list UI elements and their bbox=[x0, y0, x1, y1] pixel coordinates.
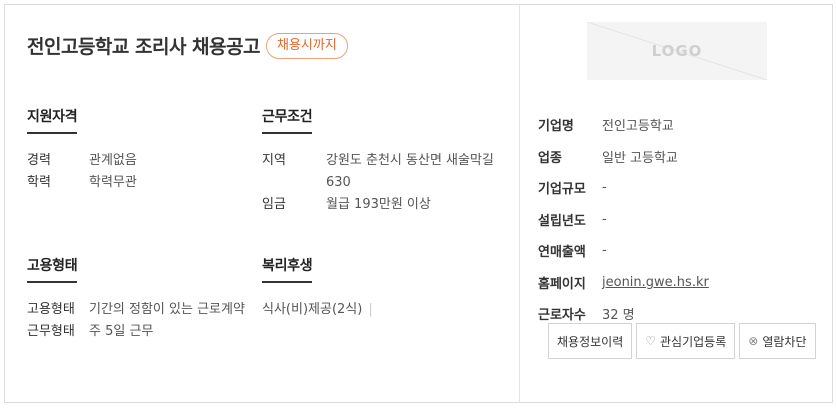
company-row-revenue: 연매출액 - bbox=[538, 235, 709, 267]
logo-placeholder-text: LOGO bbox=[651, 42, 703, 60]
row-key: 연매출액 bbox=[538, 245, 586, 261]
row-value: 주 5일 근무 bbox=[89, 324, 154, 339]
company-info-panel: LOGO 기업명 전인고등학교 업종 일반 고등학교 기업규모 - 설립년도 -… bbox=[519, 5, 832, 402]
row-key: 기업명 bbox=[538, 119, 574, 135]
conditions-title: 근무조건 bbox=[262, 106, 313, 134]
title-row: 전인고등학교 조리사 채용공고 채용시까지 bbox=[27, 32, 348, 59]
row-key: 지역 bbox=[262, 153, 286, 168]
company-row-name: 기업명 전인고등학교 bbox=[538, 109, 709, 141]
heart-icon: ♡ bbox=[645, 334, 657, 348]
row-key: 경력 bbox=[27, 153, 51, 168]
row-value: - bbox=[602, 180, 607, 196]
welfare-title: 복리후생 bbox=[262, 255, 313, 283]
row-value: 학력무관 bbox=[89, 175, 137, 190]
deadline-badge: 채용시까지 bbox=[265, 32, 348, 59]
welfare-section: 복리후생 식사(비)제공(2식) | bbox=[262, 255, 512, 321]
company-row-industry: 업종 일반 고등학교 bbox=[538, 141, 709, 173]
add-interest-company-button[interactable]: ♡ 관심기업등록 bbox=[636, 323, 736, 359]
employment-title: 고용형태 bbox=[27, 255, 78, 283]
button-label: 관심기업등록 bbox=[660, 334, 727, 349]
row-value: 32 명 bbox=[602, 308, 635, 324]
row-key: 홈페이지 bbox=[538, 276, 586, 292]
address-line-1: 강원도 춘천시 동산면 새술막길 bbox=[326, 153, 494, 168]
employment-row-worktype: 근무형태 주 5일 근무 bbox=[27, 321, 257, 343]
row-value: 관계없음 bbox=[89, 153, 137, 168]
homepage-link[interactable]: jeonin.gwe.hs.kr bbox=[602, 275, 709, 290]
company-row-homepage: 홈페이지 jeonin.gwe.hs.kr bbox=[538, 267, 709, 299]
row-value: 기간의 정함이 있는 근로계약 bbox=[89, 302, 245, 317]
row-key: 기업규모 bbox=[538, 182, 586, 198]
welfare-row: 식사(비)제공(2식) | bbox=[262, 299, 512, 321]
job-title: 전인고등학교 조리사 채용공고 bbox=[27, 36, 260, 58]
qualification-row-career: 경력 관계없음 bbox=[27, 150, 247, 172]
qualification-row-education: 학력 학력무관 bbox=[27, 172, 247, 194]
row-key: 근무형태 bbox=[27, 324, 75, 339]
employment-section: 고용형태 고용형태 기간의 정함이 있는 근로계약 근무형태 주 5일 근무 bbox=[27, 255, 257, 343]
row-value: 전인고등학교 bbox=[602, 119, 674, 135]
job-history-button[interactable]: 채용정보이력 bbox=[548, 323, 633, 359]
button-label: 채용정보이력 bbox=[557, 334, 624, 349]
company-row-size: 기업규모 - bbox=[538, 172, 709, 204]
row-value: 월급 193만원 이상 bbox=[326, 197, 431, 212]
row-value: 강원도 춘천시 동산면 새술막길 630 bbox=[326, 150, 494, 194]
button-label: 열람차단 bbox=[762, 334, 807, 349]
row-key: 업종 bbox=[538, 150, 562, 166]
block-icon: ⊗ bbox=[748, 334, 759, 348]
employment-row-type: 고용형태 기간의 정함이 있는 근로계약 bbox=[27, 299, 257, 321]
row-key: 설립년도 bbox=[538, 213, 586, 229]
company-actions: 채용정보이력 ♡ 관심기업등록 ⊗ 열람차단 bbox=[548, 323, 816, 359]
welfare-value: 식사(비)제공(2식) bbox=[262, 302, 363, 317]
row-value: 일반 고등학교 bbox=[602, 150, 678, 166]
conditions-row-salary: 임금 월급 193만원 이상 bbox=[262, 194, 512, 216]
row-value: - bbox=[602, 243, 607, 259]
row-value: - bbox=[602, 211, 607, 227]
row-key: 고용형태 bbox=[27, 302, 75, 317]
conditions-row-location: 지역 강원도 춘천시 동산면 새술막길 630 bbox=[262, 150, 512, 194]
company-info-list: 기업명 전인고등학교 업종 일반 고등학교 기업규모 - 설립년도 - 연매출액… bbox=[538, 109, 709, 330]
row-key: 학력 bbox=[27, 175, 51, 190]
company-logo: LOGO bbox=[587, 22, 767, 80]
qualification-section: 지원자격 경력 관계없음 학력 학력무관 bbox=[27, 106, 247, 194]
row-key: 임금 bbox=[262, 197, 286, 212]
company-row-founded: 설립년도 - bbox=[538, 204, 709, 236]
job-summary-panel: 전인고등학교 조리사 채용공고 채용시까지 지원자격 경력 관계없음 학력 학력… bbox=[5, 5, 519, 402]
block-view-button[interactable]: ⊗ 열람차단 bbox=[739, 323, 816, 359]
row-key: 근로자수 bbox=[538, 308, 586, 324]
address-line-2: 630 bbox=[326, 175, 351, 190]
welfare-separator: | bbox=[368, 302, 373, 317]
job-card: 전인고등학교 조리사 채용공고 채용시까지 지원자격 경력 관계없음 학력 학력… bbox=[4, 4, 833, 403]
conditions-section: 근무조건 지역 강원도 춘천시 동산면 새술막길 630 임금 월급 193만원… bbox=[262, 106, 512, 216]
qualification-title: 지원자격 bbox=[27, 106, 78, 134]
